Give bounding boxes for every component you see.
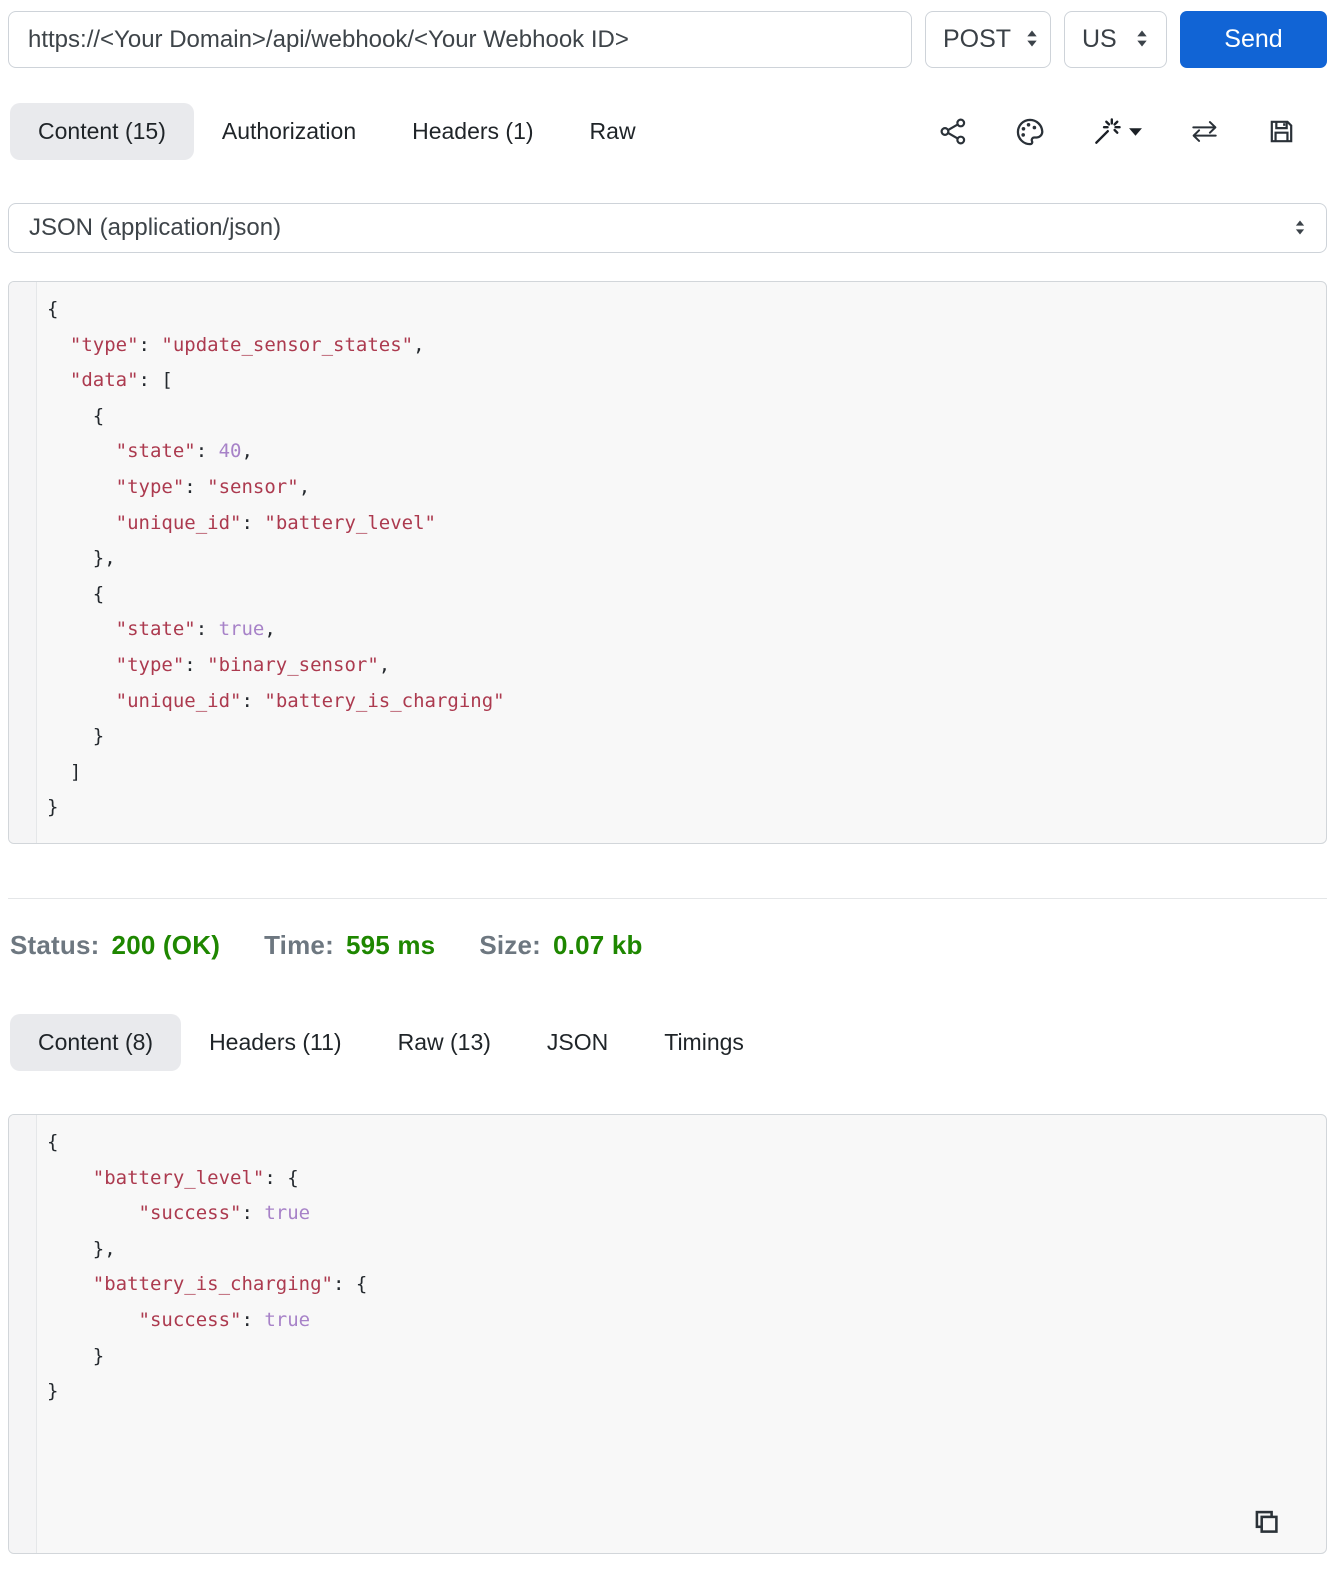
save-icon <box>1266 116 1297 147</box>
time-value: 595 ms <box>345 930 436 960</box>
response-status-bar: Status: 200 (OK) Time: 595 ms Size: 0.07… <box>10 930 1335 961</box>
dropdown-caret-icon <box>1128 126 1143 138</box>
request-body-code[interactable]: { "type": "update_sensor_states", "data"… <box>37 282 1326 843</box>
swap-arrows-icon <box>1188 115 1221 148</box>
tab-response-content[interactable]: Content (8) <box>10 1014 182 1071</box>
updown-caret-icon <box>1294 214 1306 242</box>
request-body-editor[interactable]: { "type": "update_sensor_states", "data"… <box>8 281 1327 844</box>
region-select[interactable]: US <box>1064 11 1167 68</box>
updown-caret-icon <box>1135 25 1149 54</box>
tab-response-headers[interactable]: Headers (11) <box>181 1014 370 1071</box>
response-body-code[interactable]: { "battery_level": { "success": true }, … <box>37 1115 1326 1553</box>
tab-response-timings[interactable]: Timings <box>636 1014 772 1071</box>
content-type-select[interactable]: JSON (application/json) <box>8 203 1327 253</box>
status-value: 200 (OK) <box>111 930 221 960</box>
send-button[interactable]: Send <box>1180 11 1327 68</box>
style-button[interactable] <box>1014 116 1046 148</box>
tab-response-raw[interactable]: Raw (13) <box>370 1014 519 1071</box>
status-label: Status: <box>10 930 100 960</box>
content-type-value: JSON (application/json) <box>29 214 282 241</box>
copy-icon <box>1244 1510 1280 1540</box>
request-tab-row: Content (15) Authorization Headers (1) R… <box>10 103 1327 160</box>
share-icon <box>938 116 969 147</box>
size-value: 0.07 kb <box>553 930 643 960</box>
tab-request-authorization[interactable]: Authorization <box>194 103 384 160</box>
viewer-gutter <box>9 1115 37 1553</box>
editor-gutter <box>9 282 37 843</box>
region-select-value: US <box>1082 25 1117 53</box>
tab-request-raw[interactable]: Raw <box>562 103 664 160</box>
section-divider <box>8 898 1327 899</box>
copy-response-button[interactable] <box>1244 1501 1280 1540</box>
response-body-viewer: { "battery_level": { "success": true }, … <box>8 1114 1327 1554</box>
request-toolbar <box>938 115 1327 148</box>
palette-icon <box>1014 116 1046 148</box>
request-bar: POST US Send <box>8 11 1327 68</box>
method-select-value: POST <box>943 25 1012 53</box>
swap-request-button[interactable] <box>1188 115 1221 148</box>
updown-caret-icon <box>1025 25 1039 54</box>
format-menu-button[interactable] <box>1091 116 1143 148</box>
magic-wand-icon <box>1091 116 1123 148</box>
tab-response-json[interactable]: JSON <box>519 1014 636 1071</box>
response-tab-row: Content (8) Headers (11) Raw (13) JSON T… <box>10 1014 1327 1071</box>
url-input[interactable] <box>8 11 912 68</box>
share-button[interactable] <box>938 116 969 147</box>
method-select[interactable]: POST <box>925 11 1051 68</box>
size-label: Size: <box>479 930 542 960</box>
tab-request-headers[interactable]: Headers (1) <box>384 103 561 160</box>
save-button[interactable] <box>1266 116 1297 147</box>
time-label: Time: <box>264 930 334 960</box>
tab-request-content[interactable]: Content (15) <box>10 103 194 160</box>
